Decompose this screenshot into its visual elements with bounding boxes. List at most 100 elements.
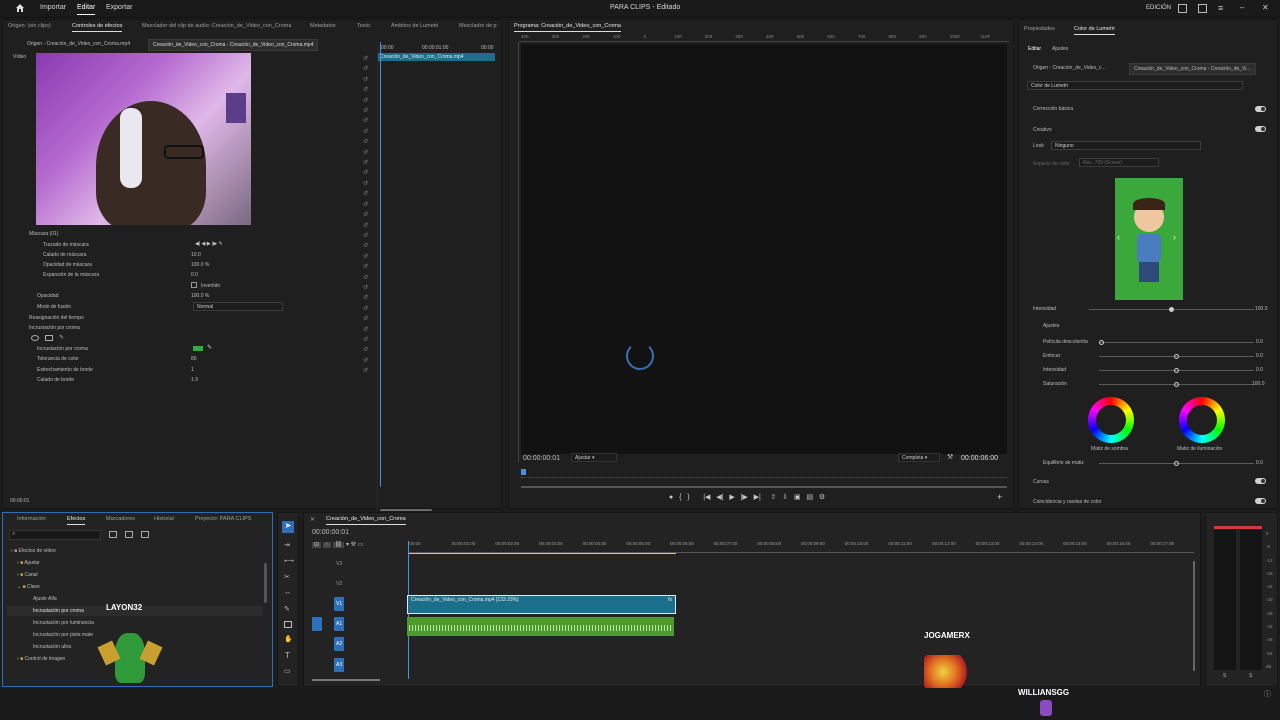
meter-solo-right[interactable]: S: [1249, 673, 1252, 679]
reset-icon[interactable]: ↺: [363, 273, 373, 283]
timeline-tab[interactable]: Creación_de_Video_con_Croma: [326, 516, 406, 525]
lumetri-clip-tab-source[interactable]: Origen - Creación_de_Video_c...: [1033, 65, 1106, 71]
compare-icon[interactable]: ▤: [806, 494, 813, 501]
mark-out-icon[interactable]: }: [687, 494, 689, 501]
look-intensity-value[interactable]: 100.0: [1255, 306, 1268, 312]
caption-tool-icon[interactable]: ▭: [284, 667, 291, 675]
reset-icon[interactable]: ↺: [363, 231, 373, 241]
reset-icon[interactable]: ↺: [363, 314, 373, 324]
creative-toggle[interactable]: [1255, 126, 1266, 132]
reset-icon[interactable]: ↺: [363, 283, 373, 293]
step-back-icon[interactable]: ◀|: [716, 494, 723, 501]
tint-balance-value[interactable]: 0.0: [1256, 460, 1263, 466]
tab-effect-controls[interactable]: Controles de efectos: [72, 23, 123, 32]
reset-icon[interactable]: ↺: [363, 335, 373, 345]
pen-mask-icon[interactable]: ✎: [59, 334, 64, 341]
saturation-value[interactable]: 100.0: [1252, 381, 1265, 387]
reset-icon[interactable]: ↺: [363, 106, 373, 116]
curves-header[interactable]: Curvas: [1033, 479, 1049, 485]
ripple-edit-tool-icon[interactable]: ⟷: [284, 557, 294, 565]
exportar-tab[interactable]: Exportar: [106, 4, 132, 11]
reset-icon[interactable]: ↺: [363, 356, 373, 366]
blend-mode-dropdown[interactable]: Normal: [193, 302, 283, 311]
timeline-timecode[interactable]: 00:00:00:01: [312, 529, 349, 536]
editar-tab[interactable]: Editar: [77, 4, 96, 15]
reset-icon[interactable]: ↺: [363, 137, 373, 147]
quick-export-icon[interactable]: [1178, 4, 1187, 13]
inverted-checkbox[interactable]: [191, 282, 197, 288]
reset-icon[interactable]: ↺: [363, 168, 373, 178]
edge-feather-value[interactable]: 1.9: [191, 377, 198, 383]
tree-alpha-adjust[interactable]: Ajuste Alfa: [33, 596, 57, 602]
key-color-swatch[interactable]: [193, 346, 203, 351]
importar-tab[interactable]: Importar: [40, 4, 66, 11]
reset-icon[interactable]: ↺: [363, 200, 373, 210]
basic-toggle[interactable]: [1255, 106, 1266, 112]
captions-icon[interactable]: ▭: [358, 542, 364, 548]
program-title[interactable]: Programa: Creación_de_Video_con_Croma: [514, 23, 621, 32]
color-match-toggle[interactable]: [1255, 498, 1266, 504]
video-clip[interactable]: Creación_de_Video_con_Croma.mp4 [133.33%…: [407, 595, 676, 614]
go-to-out-icon[interactable]: ▶|: [754, 494, 761, 501]
wrench-icon[interactable]: ⚒: [947, 453, 953, 461]
clip-tab-source[interactable]: Origen - Creación_de_Video_con_Croma.mp4: [27, 41, 130, 47]
rectangle-tool-icon[interactable]: [284, 621, 292, 628]
add-button-icon[interactable]: +: [997, 492, 1002, 502]
reset-icon[interactable]: ↺: [363, 189, 373, 199]
tree-track-matte[interactable]: Incrustación por pista mate: [33, 632, 93, 638]
yuv-icon[interactable]: [141, 531, 149, 538]
fullscreen-icon[interactable]: [1198, 4, 1207, 13]
tree-image-control[interactable]: › ■ Control de imagen: [17, 656, 65, 662]
timeline-settings-icon[interactable]: ⚒: [351, 542, 356, 548]
slip-tool-icon[interactable]: ↔: [284, 589, 291, 596]
tab-lumetri-scopes[interactable]: Ámbitos de Lumetri: [391, 23, 438, 29]
vibrance-value[interactable]: 0.0: [1256, 367, 1263, 373]
selection-tool-icon[interactable]: ➤: [282, 521, 294, 533]
video-canvas[interactable]: [521, 44, 1007, 454]
rect-mask-icon[interactable]: [45, 335, 53, 341]
reset-icon[interactable]: ↺: [363, 252, 373, 262]
linked-selection-icon[interactable]: ⛓: [332, 542, 345, 548]
ec-playhead[interactable]: [380, 42, 381, 487]
curves-toggle[interactable]: [1255, 478, 1266, 484]
look-preview[interactable]: ‹ ›: [1115, 178, 1183, 300]
quality-dropdown[interactable]: Completa ▾: [898, 453, 940, 462]
reset-icon[interactable]: ↺: [363, 148, 373, 158]
tint-balance-knob[interactable]: [1174, 461, 1179, 466]
tab-markers[interactable]: Marcadores: [106, 516, 135, 522]
chroma-key-header[interactable]: Incrustación por croma: [29, 325, 80, 331]
edge-thin-value[interactable]: 1: [191, 367, 194, 373]
ellipse-mask-icon[interactable]: [31, 335, 39, 341]
tree-ultra-key[interactable]: Incrustación ultra: [33, 644, 71, 650]
track-select-tool-icon[interactable]: ⇥: [284, 541, 290, 549]
reset-icon[interactable]: ↺: [363, 96, 373, 106]
step-forward-icon[interactable]: |▶: [741, 494, 748, 501]
close-icon[interactable]: ✕: [1262, 3, 1269, 12]
add-marker-icon[interactable]: ▾: [346, 542, 349, 548]
look-next-icon[interactable]: ›: [1173, 232, 1176, 242]
highlight-tint-wheel[interactable]: [1179, 397, 1225, 443]
program-timecode[interactable]: 00:00:00:01: [523, 455, 560, 462]
reset-icon[interactable]: ↺: [363, 75, 373, 85]
minimize-icon[interactable]: –: [1240, 3, 1244, 12]
timeline-zoom-bar[interactable]: [312, 679, 380, 681]
mark-in-icon[interactable]: {: [679, 494, 681, 501]
insert-sequence-icon[interactable]: ⊟: [312, 542, 322, 548]
time-remap-label[interactable]: Reasignación del tiempo: [29, 315, 84, 321]
effects-search-input[interactable]: ⌕: [9, 530, 101, 540]
mask-expansion-value[interactable]: 0.0: [191, 272, 198, 278]
opacity-value[interactable]: 100.0 %: [191, 293, 209, 299]
eyedropper-icon[interactable]: ✎: [207, 344, 212, 351]
faded-film-value[interactable]: 0.0: [1256, 339, 1263, 345]
meter-solo-left[interactable]: S: [1223, 673, 1226, 679]
info-icon[interactable]: ⓘ: [1264, 689, 1271, 699]
reset-icon[interactable]: ↺: [363, 85, 373, 95]
ec-clip-bar[interactable]: Creación_de_Video_con_Croma.mp4: [378, 53, 495, 61]
tab-mixer[interactable]: Mezclador de p: [459, 23, 497, 29]
tab-history[interactable]: Historial: [154, 516, 174, 522]
lift-icon[interactable]: ⇧: [771, 494, 777, 501]
tree-adjust[interactable]: › ■ Ajustar: [17, 560, 40, 566]
reset-icon[interactable]: ↺: [363, 64, 373, 74]
lumetri-preset-dropdown[interactable]: Color de Lumetri: [1027, 81, 1243, 90]
audio-clip[interactable]: [407, 617, 674, 636]
